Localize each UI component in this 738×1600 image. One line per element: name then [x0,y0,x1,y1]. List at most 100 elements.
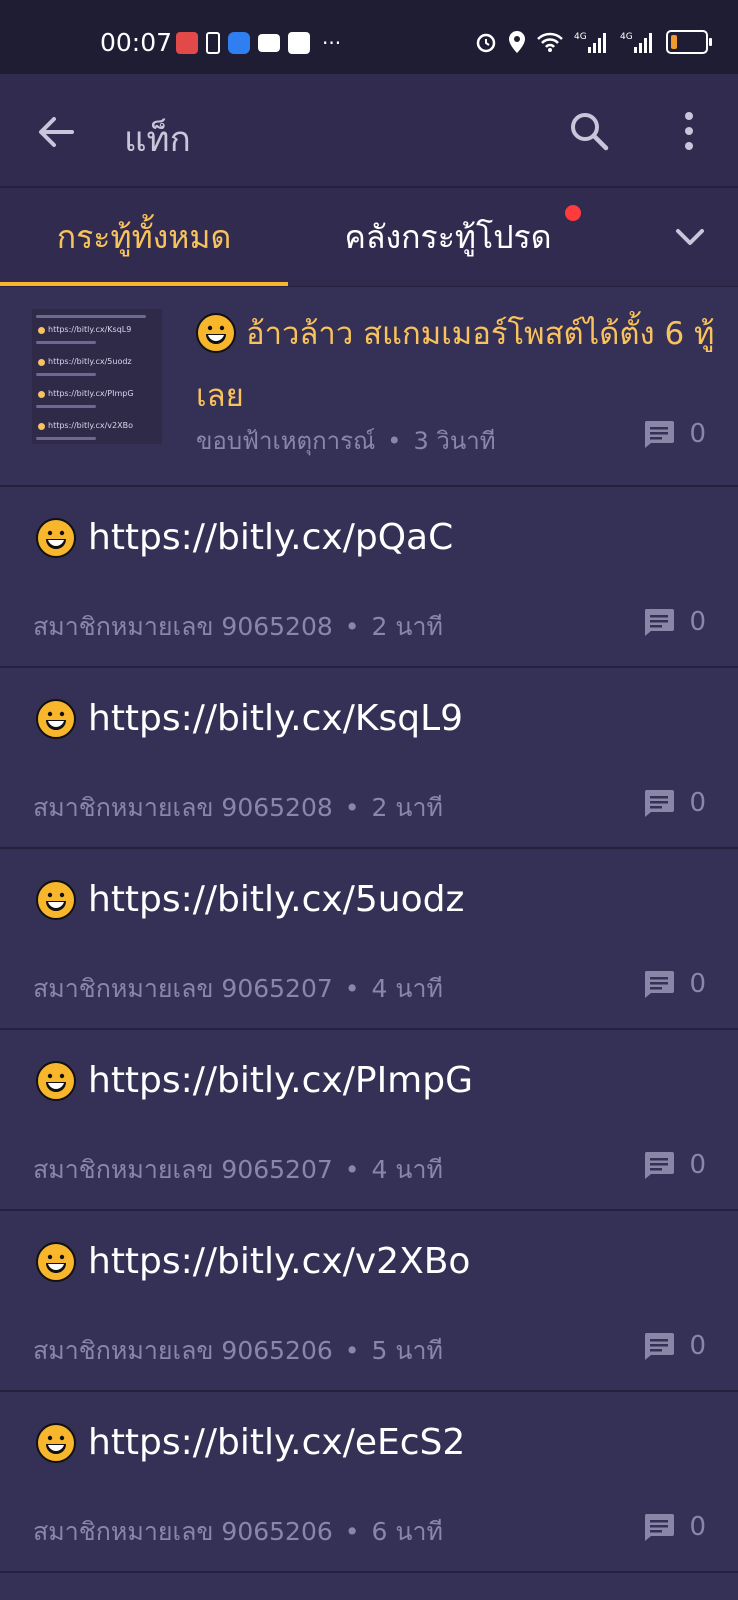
list-item[interactable]: https://bitly.cx/eEcS2 สมาชิกหมายเลข 906… [0,1392,738,1573]
post-meta: สมาชิกหมายเลข 9065206 • 6 นาที [33,1512,443,1552]
post-time: 6 นาที [371,1517,443,1546]
comment-icon [645,609,675,636]
post-title-text: https://bitly.cx/pQaC [88,517,454,558]
thumb-dot [38,359,45,366]
list-item[interactable]: https://bitly.cx/v2XBo สมาชิกหมายเลข 906… [0,1211,738,1392]
contact-card-icon [288,32,310,54]
thumb-line [36,315,146,318]
comment-icon [645,790,675,817]
meta-separator: • [344,612,360,641]
grin-emoji-icon [36,698,76,739]
post-title: https://bitly.cx/v2XBo [36,1241,470,1282]
post-meta: สมาชิกหมายเลข 9065206 • 5 นาที [33,1331,443,1371]
list-item[interactable]: https://bitly.cx/KsqL9 สมาชิกหมายเลข 906… [0,668,738,849]
post-thumbnail: https://bitly.cx/KsqL9 https://bitly.cx/… [32,309,162,444]
battery-saver-icon [206,32,220,54]
post-meta: ขอบฟ้าเหตุการณ์ • 3 วินาที [196,421,496,460]
comment-count: 0 [643,1150,706,1180]
post-author: สมาชิกหมายเลข 9065208 [33,793,333,822]
post-time: 2 นาที [371,612,443,641]
meta-separator: • [344,1517,360,1546]
svg-text:4G: 4G [574,32,587,42]
thumb-text: https://bitly.cx/5uodz [48,357,132,366]
post-list: https://bitly.cx/KsqL9 https://bitly.cx/… [0,287,738,1573]
meta-separator: • [344,1155,360,1184]
status-time: 00:07 [100,28,173,57]
post-author: สมาชิกหมายเลข 9065206 [33,1517,333,1546]
comment-count: 0 [643,1331,706,1361]
thumb-dot [38,391,45,398]
shield-icon [228,32,250,54]
thumb-text: https://bitly.cx/PImpG [48,389,134,398]
alarm-icon [476,33,496,53]
comment-count: 0 [643,969,706,999]
grin-emoji-icon [36,1060,76,1101]
tab-favorite-posts[interactable]: คลังกระทู้โปรด [288,188,608,286]
list-item[interactable]: https://bitly.cx/KsqL9 https://bitly.cx/… [0,287,738,487]
comment-count: 0 [643,788,706,818]
post-author: ขอบฟ้าเหตุการณ์ [196,427,376,455]
status-right-icons: 4G 4G [474,30,712,54]
comment-count-value: 0 [689,969,706,999]
comment-count-value: 0 [689,1331,706,1361]
status-bar: 00:07 ··· 4G 4G [0,0,738,74]
comment-icon [645,1333,675,1360]
comment-icon [645,971,675,998]
meta-separator: • [344,793,360,822]
thumb-dot [38,423,45,430]
meta-separator: • [344,974,360,1003]
back-arrow-icon[interactable] [34,110,78,154]
comment-count-value: 0 [689,788,706,818]
list-item[interactable]: https://bitly.cx/PImpG สมาชิกหมายเลข 906… [0,1030,738,1211]
meta-separator: • [387,427,402,455]
chevron-down-icon[interactable] [670,222,710,252]
comment-count-value: 0 [689,607,706,637]
post-title: https://bitly.cx/KsqL9 [36,698,463,739]
thumb-dot [38,327,45,334]
thumb-line [36,341,96,344]
status-left-icons: ··· [176,32,341,54]
more-notifications-icon: ··· [322,31,342,55]
thumb-text: https://bitly.cx/KsqL9 [48,325,132,334]
signal-4g-icon: 4G [620,32,652,53]
list-item[interactable]: https://bitly.cx/5uodz สมาชิกหมายเลข 906… [0,849,738,1030]
post-author: สมาชิกหมายเลข 9065207 [33,974,333,1003]
thumb-line [36,437,96,440]
signal-4g-icon: 4G [574,32,606,53]
more-options-icon[interactable] [674,108,704,154]
post-time: 4 นาที [371,1155,443,1184]
mail-icon [258,34,280,52]
grin-emoji-icon [36,1422,76,1463]
comment-count: 0 [643,419,706,449]
comment-icon [645,1152,675,1179]
post-author: สมาชิกหมายเลข 9065207 [33,1155,333,1184]
post-meta: สมาชิกหมายเลข 9065207 • 4 นาที [33,969,443,1009]
grin-emoji-icon [36,879,76,920]
comment-count: 0 [643,1512,706,1542]
post-time: 4 นาที [371,974,443,1003]
post-title: อ้าวล้าว สแกมเมอร์โพสต์ได้ตั้ง 6 ทู้เลย [196,303,716,427]
comment-icon [645,421,675,448]
location-icon [509,31,525,53]
post-title-text: อ้าวล้าว สแกมเมอร์โพสต์ได้ตั้ง 6 ทู้เลย [196,316,715,414]
page-title: แท็ก [124,120,191,160]
post-time: 3 วินาที [413,427,496,455]
search-icon[interactable] [566,108,612,154]
meta-separator: • [344,1336,360,1365]
app-bar: แท็ก [0,74,738,188]
post-time: 5 นาที [371,1336,443,1365]
comment-count-value: 0 [689,419,706,449]
tab-all-posts[interactable]: กระทู้ทั้งหมด [0,188,288,286]
notification-dot [565,205,581,221]
list-item[interactable]: https://bitly.cx/pQaC สมาชิกหมายเลข 9065… [0,487,738,668]
thumb-text: https://bitly.cx/v2XBo [48,421,133,430]
comment-icon [645,1514,675,1541]
wifi-icon [537,32,563,52]
post-title-text: https://bitly.cx/KsqL9 [88,698,464,739]
post-title: https://bitly.cx/eEcS2 [36,1422,465,1463]
grin-emoji-icon [36,517,76,558]
post-title-text: https://bitly.cx/PImpG [88,1060,473,1101]
post-title: https://bitly.cx/5uodz [36,879,464,920]
comment-count: 0 [643,607,706,637]
grin-emoji-icon [36,1241,76,1282]
